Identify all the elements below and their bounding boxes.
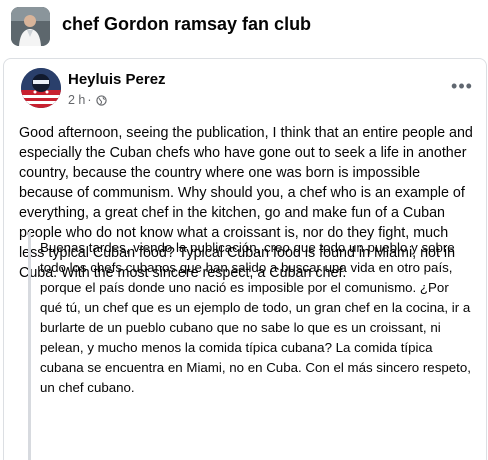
author-avatar-icon	[21, 68, 61, 108]
page: chef Gordon ramsay fan club Heyluis Pere…	[0, 0, 488, 460]
author-avatar[interactable]	[21, 68, 61, 108]
more-options-button[interactable]: •••	[448, 75, 476, 97]
group-name[interactable]: chef Gordon ramsay fan club	[62, 14, 311, 35]
group-photo-icon	[11, 7, 50, 46]
meta-separator: ·	[87, 93, 92, 107]
original-text-quote: Buenas tardes, viendo la publicación, cr…	[28, 232, 473, 460]
more-options-icon: •••	[451, 76, 473, 96]
post-time[interactable]: 2 h	[68, 93, 85, 107]
author-name[interactable]: Heyluis Perez	[68, 71, 166, 88]
quote-text: Buenas tardes, viendo la publicación, cr…	[40, 240, 471, 395]
group-header: chef Gordon ramsay fan club	[0, 0, 488, 54]
post-meta: 2 h ·	[68, 93, 107, 107]
globe-icon	[95, 94, 107, 106]
group-avatar[interactable]	[11, 7, 50, 46]
